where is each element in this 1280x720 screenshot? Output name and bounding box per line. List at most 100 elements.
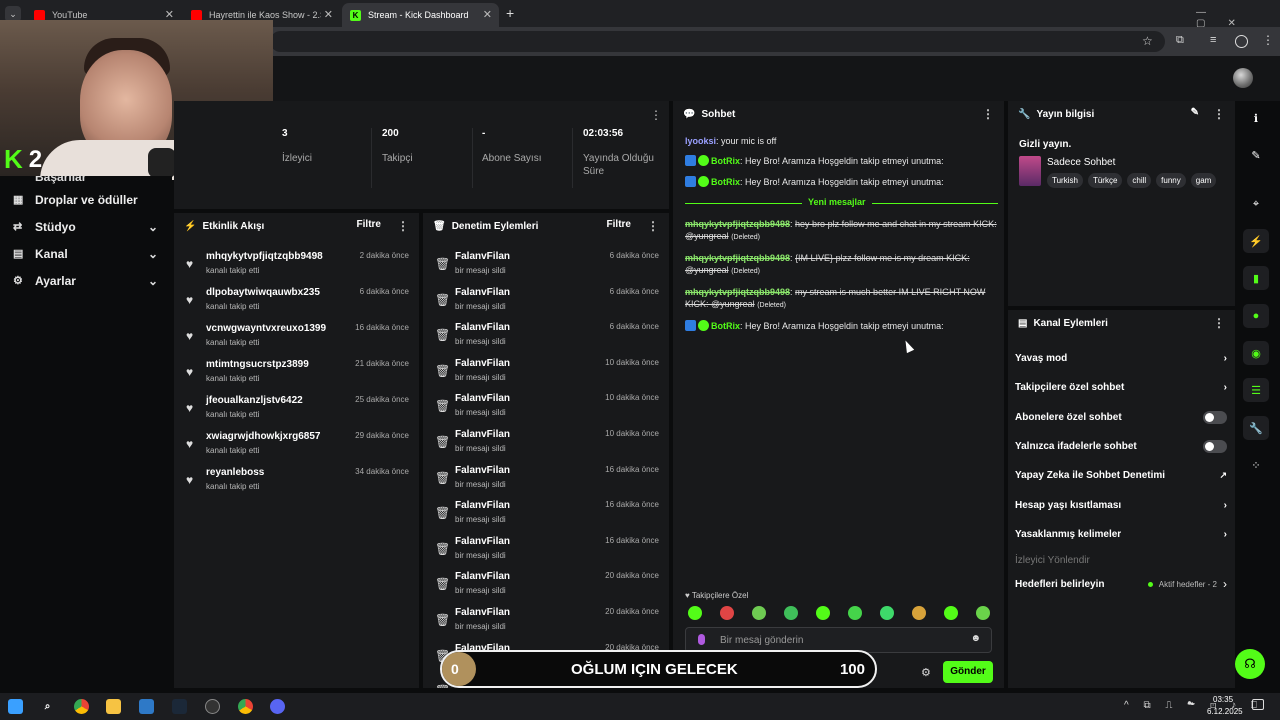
search-icon[interactable]: ⌕ — [40, 699, 55, 714]
focus-icon[interactable]: ⌖ — [1243, 192, 1269, 216]
microphone-icon[interactable] — [698, 634, 705, 645]
emote-icon[interactable] — [976, 606, 990, 620]
followers-chat-row[interactable]: Takipçilere özel sohbet › — [1015, 377, 1227, 397]
list-item[interactable]: ♥ xwiagrwjdhowkjxrg6857 kanalı takip etti 2… — [174, 427, 419, 462]
info-icon[interactable]: ℹ — [1243, 106, 1269, 130]
windows-start-icon[interactable]: ▦ — [8, 699, 23, 714]
obs-icon[interactable] — [205, 699, 220, 714]
list-item[interactable]: 🗑 FalanvFilan bir mesajı sildi 16 dakika ön… — [423, 532, 669, 567]
goals-row[interactable]: Hedefleri belirleyin Aktif hedefler - 2 › — [1015, 574, 1227, 594]
list-item[interactable]: 🗑 FalanvFilan bir mesajı sildi 6 dakika önc… — [423, 283, 669, 318]
emote-icon[interactable] — [880, 606, 894, 620]
list-item[interactable]: ♥ reyanleboss kanalı takip etti 34 dakika ö… — [174, 463, 419, 498]
stats-menu-icon[interactable]: ⋮ — [650, 108, 662, 122]
ai-moderation-row[interactable]: Yapay Zeka ile Sohbet Denetimi ↗ — [1015, 465, 1227, 485]
list-item[interactable]: ♥ dlpobaytwiwqauwbx235 kanalı takip etti 6 … — [174, 283, 419, 318]
extensions-icon[interactable]: ⧉ — [1176, 34, 1184, 47]
trash-icon[interactable]: ▮ — [1243, 266, 1269, 290]
support-button[interactable]: ☊ — [1235, 649, 1265, 679]
chat-icon[interactable]: ● — [1243, 304, 1269, 328]
banned-words-row[interactable]: Yasaklanmış kelimeler › — [1015, 524, 1227, 544]
username[interactable]: mhqykytvpfjiqtzqbb9498 — [685, 219, 790, 229]
edit-icon[interactable]: ✎ — [1191, 107, 1199, 121]
emote-icon[interactable] — [688, 606, 702, 620]
list-item[interactable]: 🗑 FalanvFilan bir mesajı sildi 10 dakika ön… — [423, 389, 669, 424]
username[interactable]: BotRix — [711, 321, 740, 331]
list-item[interactable]: 🗑 FalanvFilan bir mesajı sildi 6 dakika önc… — [423, 318, 669, 353]
list-item[interactable]: ♥ vcnwgwayntvxreuxo1399 kanalı takip etti 1… — [174, 319, 419, 354]
username[interactable]: lyooksi — [685, 136, 716, 146]
chrome-icon[interactable] — [238, 699, 253, 714]
slow-mode-row[interactable]: Yavaş mod › — [1015, 348, 1227, 368]
list-item[interactable]: 🗑 FalanvFilan bir mesajı sildi 16 dakika ön… — [423, 461, 669, 496]
emote-icon[interactable] — [816, 606, 830, 620]
close-icon[interactable]: ✕ — [483, 8, 492, 21]
steam-icon[interactable] — [172, 699, 187, 714]
tag-chip[interactable]: funny — [1156, 173, 1186, 188]
subscribers-only-toggle[interactable] — [1203, 410, 1227, 424]
edit-icon[interactable]: ✎ — [1243, 143, 1269, 167]
menu-icon[interactable]: ⋮ — [1213, 316, 1225, 330]
emote-icon[interactable] — [912, 606, 926, 620]
sidebar-item-partial[interactable]: Başarılar — [0, 176, 172, 186]
list-item[interactable]: ♥ jfeoualkanzljstv6422 kanalı takip etti 25… — [174, 391, 419, 426]
profile-icon[interactable] — [1235, 35, 1248, 48]
username[interactable]: mhqykytvpfjiqtzqbb9498 — [685, 287, 790, 297]
address-bar[interactable] — [270, 31, 1165, 52]
sliders-icon[interactable]: ☰ — [1243, 378, 1269, 402]
avatar[interactable] — [1233, 68, 1253, 88]
chrome-icon[interactable] — [74, 699, 89, 714]
star-icon[interactable]: ☆ — [1142, 34, 1153, 48]
list-item[interactable]: 🗑 FalanvFilan bir mesajı sildi 20 dakika ön… — [423, 567, 669, 602]
emote-icon[interactable] — [720, 606, 734, 620]
sidebar-item-studio[interactable]: ⇄ Stüdyo ⌄ — [0, 213, 172, 240]
taskbar-time[interactable]: 03:35 — [1213, 695, 1233, 704]
sidebar-item-channel[interactable]: ▤ Kanal ⌄ — [0, 240, 172, 267]
taskbar-date[interactable]: 6.12.2025 — [1207, 707, 1243, 716]
filter-button[interactable]: Filtre — [357, 219, 381, 233]
menu-icon[interactable]: ⋮ — [1213, 107, 1225, 121]
tag-chip[interactable]: gam — [1190, 173, 1217, 188]
category-name[interactable]: Sadece Sohbet — [1047, 157, 1115, 168]
media-icon[interactable]: ≡ — [1210, 34, 1216, 46]
send-button[interactable]: Gönder — [943, 661, 993, 683]
username[interactable]: BotRix — [711, 177, 740, 187]
list-item[interactable]: 🗑 FalanvFilan bir mesajı sildi 20 dakika ön… — [423, 603, 669, 638]
chat-settings-icon[interactable]: ⚙ — [921, 666, 931, 679]
emote-only-toggle[interactable] — [1203, 439, 1227, 453]
tag-chip[interactable]: Turkish — [1047, 173, 1083, 188]
sidebar-item-settings[interactable]: ⚙ Ayarlar ⌄ — [0, 267, 172, 294]
wrench-icon[interactable]: 🔧 — [1243, 416, 1269, 440]
emote-icon[interactable] — [752, 606, 766, 620]
list-item[interactable]: 🗑 FalanvFilan bir mesajı sildi 10 dakika ön… — [423, 354, 669, 389]
new-tab-button[interactable]: + — [506, 5, 514, 21]
username[interactable]: BotRix — [711, 156, 740, 166]
more-icon[interactable]: ⁘ — [1243, 453, 1269, 477]
emote-icon[interactable] — [784, 606, 798, 620]
list-item[interactable]: ♥ mhqykytvpfjiqtzqbb9498 kanalı takip etti… — [174, 247, 419, 282]
menu-icon[interactable]: ⋮ — [1262, 33, 1274, 47]
broadcast-icon[interactable]: ◉ — [1243, 341, 1269, 365]
emoji-icon[interactable]: ☻ — [970, 633, 981, 644]
age-restriction-row[interactable]: Hesap yaşı kısıtlaması › — [1015, 495, 1227, 515]
menu-icon[interactable]: ⋮ — [647, 219, 659, 233]
emote-icon[interactable] — [944, 606, 958, 620]
tag-chip[interactable]: chill — [1127, 173, 1152, 188]
menu-icon[interactable]: ⋮ — [982, 107, 994, 121]
list-item[interactable]: 🗑 FalanvFilan bir mesajı sildi 6 dakika önc… — [423, 247, 669, 282]
emote-icon[interactable] — [848, 606, 862, 620]
sidebar-item-drops[interactable]: ▦ Droplar ve ödüller — [0, 186, 172, 213]
folder-icon[interactable] — [106, 699, 121, 714]
list-item[interactable]: ♥ mtimtngsucrstpz3899 kanalı takip etti 21 … — [174, 355, 419, 390]
list-item[interactable]: 🗑 FalanvFilan bir mesajı sildi 16 dakika ön… — [423, 496, 669, 531]
tab-kick-dashboard[interactable]: K Stream - Kick Dashboard ✕ — [342, 3, 499, 27]
menu-icon[interactable]: ⋮ — [397, 219, 409, 233]
close-icon[interactable]: ✕ — [324, 8, 333, 21]
window-controls[interactable]: —▢✕ — [1196, 7, 1280, 29]
list-item[interactable]: 🗑 FalanvFilan bir mesajı sildi 10 dakika ön… — [423, 425, 669, 460]
filter-button[interactable]: Filtre — [607, 219, 631, 233]
tag-chip[interactable]: Türkçe — [1087, 173, 1123, 188]
discord-icon[interactable] — [270, 699, 285, 714]
username[interactable]: mhqykytvpfjiqtzqbb9498 — [685, 253, 790, 263]
app-icon[interactable] — [139, 699, 154, 714]
